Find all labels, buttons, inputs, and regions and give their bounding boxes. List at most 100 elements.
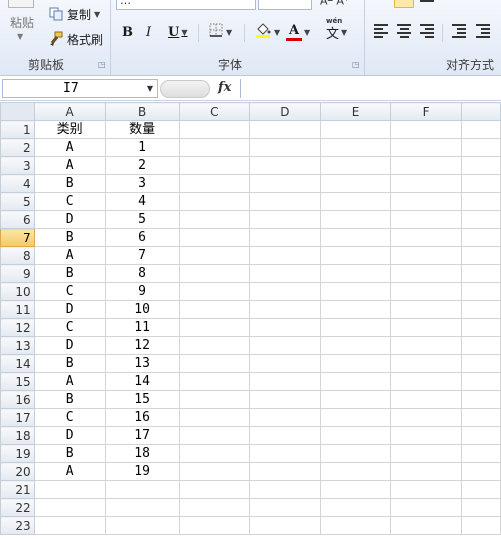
cell-e[interactable]	[319, 498, 392, 517]
cell-c[interactable]	[178, 282, 251, 301]
cell-b[interactable]: 5	[104, 210, 180, 229]
phonetic-guide-button[interactable]: wén 文 ▼	[326, 17, 347, 42]
underline-button[interactable]: U ▼	[168, 22, 188, 42]
increase-indent-icon[interactable]	[476, 24, 492, 38]
row-header[interactable]: 16	[0, 390, 35, 409]
cell-f[interactable]	[390, 336, 462, 355]
cell-e[interactable]	[319, 390, 392, 409]
cell-d[interactable]	[249, 138, 321, 157]
cell-f[interactable]	[390, 516, 462, 535]
cell-a[interactable]	[33, 498, 106, 517]
chevron-down-icon[interactable]: ▼	[341, 28, 347, 37]
cell-e[interactable]	[319, 210, 392, 229]
cell-c[interactable]	[178, 498, 251, 517]
cell-e[interactable]	[319, 372, 392, 391]
cell-g[interactable]	[460, 336, 501, 355]
cell-e[interactable]	[319, 318, 392, 337]
dialog-launcher-icon[interactable]: ◳	[98, 60, 106, 69]
cell-a[interactable]: B	[33, 228, 106, 247]
cell-f[interactable]	[390, 282, 462, 301]
cell-c[interactable]	[178, 120, 251, 139]
formula-bar-resize-handle[interactable]	[160, 80, 210, 98]
chevron-down-icon[interactable]: ▼	[94, 10, 100, 19]
middle-align-icon[interactable]	[420, 0, 436, 10]
cell-c[interactable]	[178, 336, 251, 355]
cell-b[interactable]: 14	[104, 372, 180, 391]
row-header[interactable]: 10	[0, 282, 35, 301]
cell-a[interactable]: A	[33, 462, 106, 481]
cell-g[interactable]	[460, 300, 501, 319]
row-header[interactable]: 20	[0, 462, 35, 481]
cell-d[interactable]	[249, 300, 321, 319]
dialog-launcher-icon[interactable]: ◳	[352, 60, 360, 69]
cell-d[interactable]	[249, 246, 321, 265]
cell-a[interactable]: B	[33, 444, 106, 463]
cell-e[interactable]	[319, 462, 392, 481]
cell-b[interactable]	[104, 480, 180, 499]
column-header-g[interactable]	[460, 102, 501, 121]
cell-g[interactable]	[460, 516, 501, 535]
decrease-indent-icon[interactable]	[452, 24, 468, 38]
column-header-a[interactable]: A	[33, 102, 106, 121]
cell-b[interactable]: 10	[104, 300, 180, 319]
cell-d[interactable]	[249, 120, 321, 139]
cell-f[interactable]	[390, 138, 462, 157]
cell-d[interactable]	[249, 336, 321, 355]
cell-g[interactable]	[460, 228, 501, 247]
insert-function-icon[interactable]: fx	[218, 80, 231, 95]
cell-e[interactable]	[319, 282, 392, 301]
cell-c[interactable]	[178, 300, 251, 319]
cell-e[interactable]	[319, 336, 392, 355]
cell-f[interactable]	[390, 354, 462, 373]
row-header[interactable]: 21	[0, 480, 35, 499]
cell-d[interactable]	[249, 426, 321, 445]
cell-c[interactable]	[178, 246, 251, 265]
cell-f[interactable]	[390, 426, 462, 445]
cell-g[interactable]	[460, 372, 501, 391]
cell-f[interactable]	[390, 120, 462, 139]
cell-a[interactable]: A	[33, 156, 106, 175]
cell-b[interactable]: 17	[104, 426, 180, 445]
cell-d[interactable]	[249, 354, 321, 373]
paste-button[interactable]: 粘贴 ▼	[0, 0, 42, 56]
cell-c[interactable]	[178, 264, 251, 283]
select-all-corner[interactable]	[0, 102, 35, 121]
cell-c[interactable]	[178, 174, 251, 193]
cell-a[interactable]: A	[33, 372, 106, 391]
cell-e[interactable]	[319, 516, 392, 535]
row-header[interactable]: 13	[0, 336, 35, 355]
borders-button[interactable]: ▼	[208, 22, 232, 42]
row-header[interactable]: 18	[0, 426, 35, 445]
row-header[interactable]: 3	[0, 156, 35, 175]
cell-e[interactable]	[319, 174, 392, 193]
fill-color-button[interactable]: ▼	[254, 22, 280, 42]
cell-b[interactable]: 2	[104, 156, 180, 175]
cell-f[interactable]	[390, 480, 462, 499]
font-name-select[interactable]: …	[116, 0, 256, 10]
cell-b[interactable]: 6	[104, 228, 180, 247]
cell-f[interactable]	[390, 246, 462, 265]
cell-g[interactable]	[460, 246, 501, 265]
cell-c[interactable]	[178, 354, 251, 373]
cell-f[interactable]	[390, 462, 462, 481]
cell-b[interactable]: 4	[104, 192, 180, 211]
cell-g[interactable]	[460, 408, 501, 427]
cell-g[interactable]	[460, 192, 501, 211]
cell-b[interactable]	[104, 498, 180, 517]
cell-d[interactable]	[249, 174, 321, 193]
column-header-e[interactable]: E	[319, 102, 392, 121]
cell-a[interactable]: D	[33, 336, 106, 355]
cell-g[interactable]	[460, 156, 501, 175]
cell-g[interactable]	[460, 462, 501, 481]
column-header-b[interactable]: B	[104, 102, 180, 121]
cell-b[interactable]: 12	[104, 336, 180, 355]
row-header[interactable]: 4	[0, 174, 35, 193]
cell-a[interactable]: B	[33, 174, 106, 193]
cell-d[interactable]	[249, 282, 321, 301]
row-header[interactable]: 2	[0, 138, 35, 157]
cell-a[interactable]: A	[33, 246, 106, 265]
cell-b[interactable]: 11	[104, 318, 180, 337]
cell-a[interactable]: C	[33, 282, 106, 301]
cell-f[interactable]	[390, 264, 462, 283]
cell-g[interactable]	[460, 354, 501, 373]
